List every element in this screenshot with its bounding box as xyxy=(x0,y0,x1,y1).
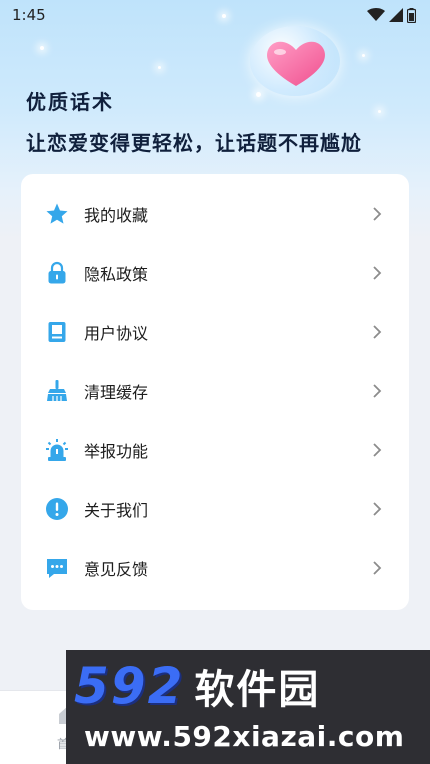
menu-item-label: 用户协议 xyxy=(84,324,149,343)
watermark-overlay: 592 软件园 www.592xiazai.com xyxy=(66,650,430,764)
watermark-logo: 592 软件园 xyxy=(74,656,424,716)
chat-icon xyxy=(45,556,69,580)
sparkle-decoration xyxy=(40,46,44,50)
menu-item-privacy-policy[interactable]: 隐私政策 xyxy=(21,245,409,301)
document-icon xyxy=(45,320,69,344)
sparkle-decoration xyxy=(362,54,365,57)
chevron-right-icon xyxy=(373,266,382,280)
heart-icon xyxy=(267,41,325,86)
info-icon xyxy=(45,497,69,521)
menu-item-label: 隐私政策 xyxy=(84,265,149,284)
menu-item-clear-cache[interactable]: 清理缓存 xyxy=(21,363,409,419)
chevron-right-icon xyxy=(373,561,382,575)
status-bar: 1:45 xyxy=(0,0,430,30)
menu-item-label: 清理缓存 xyxy=(84,383,149,402)
slogan-title: 优质话术 xyxy=(26,90,114,114)
chevron-right-icon xyxy=(373,384,382,398)
menu-item-about-us[interactable]: 关于我们 xyxy=(21,481,409,537)
menu-item-label: 意见反馈 xyxy=(84,560,149,579)
lock-icon xyxy=(45,261,69,285)
watermark-numerals: 592 xyxy=(74,657,185,715)
menu-item-favorites[interactable]: 我的收藏 xyxy=(21,186,409,242)
sparkle-decoration xyxy=(378,110,381,113)
watermark-brand: 软件园 xyxy=(194,667,321,713)
battery-icon xyxy=(407,7,416,23)
menu-item-report[interactable]: 举报功能 xyxy=(21,422,409,478)
star-icon xyxy=(45,202,69,226)
sparkle-decoration xyxy=(158,66,161,69)
chevron-right-icon xyxy=(373,443,382,457)
signal-icon xyxy=(389,8,403,22)
settings-menu-card: 我的收藏 隐私政策 用户协议 清理缓存 举报功能 关于我们 意见反馈 xyxy=(21,174,409,610)
status-icons xyxy=(367,7,416,23)
alarm-icon xyxy=(45,438,69,462)
chevron-right-icon xyxy=(373,502,382,516)
menu-item-feedback[interactable]: 意见反馈 xyxy=(21,540,409,596)
menu-item-label: 举报功能 xyxy=(84,442,149,461)
menu-item-user-agreement[interactable]: 用户协议 xyxy=(21,304,409,360)
slogan-subtitle: 让恋爱变得更轻松，让话题不再尴尬 xyxy=(26,131,362,155)
broom-icon xyxy=(45,379,69,403)
slogan: 优质话术 让恋爱变得更轻松，让话题不再尴尬 xyxy=(26,86,362,156)
watermark-url: www.592xiazai.com xyxy=(84,720,405,753)
menu-item-label: 关于我们 xyxy=(84,501,149,520)
chevron-right-icon xyxy=(373,207,382,221)
menu-item-label: 我的收藏 xyxy=(84,206,149,225)
chevron-right-icon xyxy=(373,325,382,339)
wifi-icon xyxy=(367,8,385,21)
status-time: 1:45 xyxy=(12,6,46,24)
